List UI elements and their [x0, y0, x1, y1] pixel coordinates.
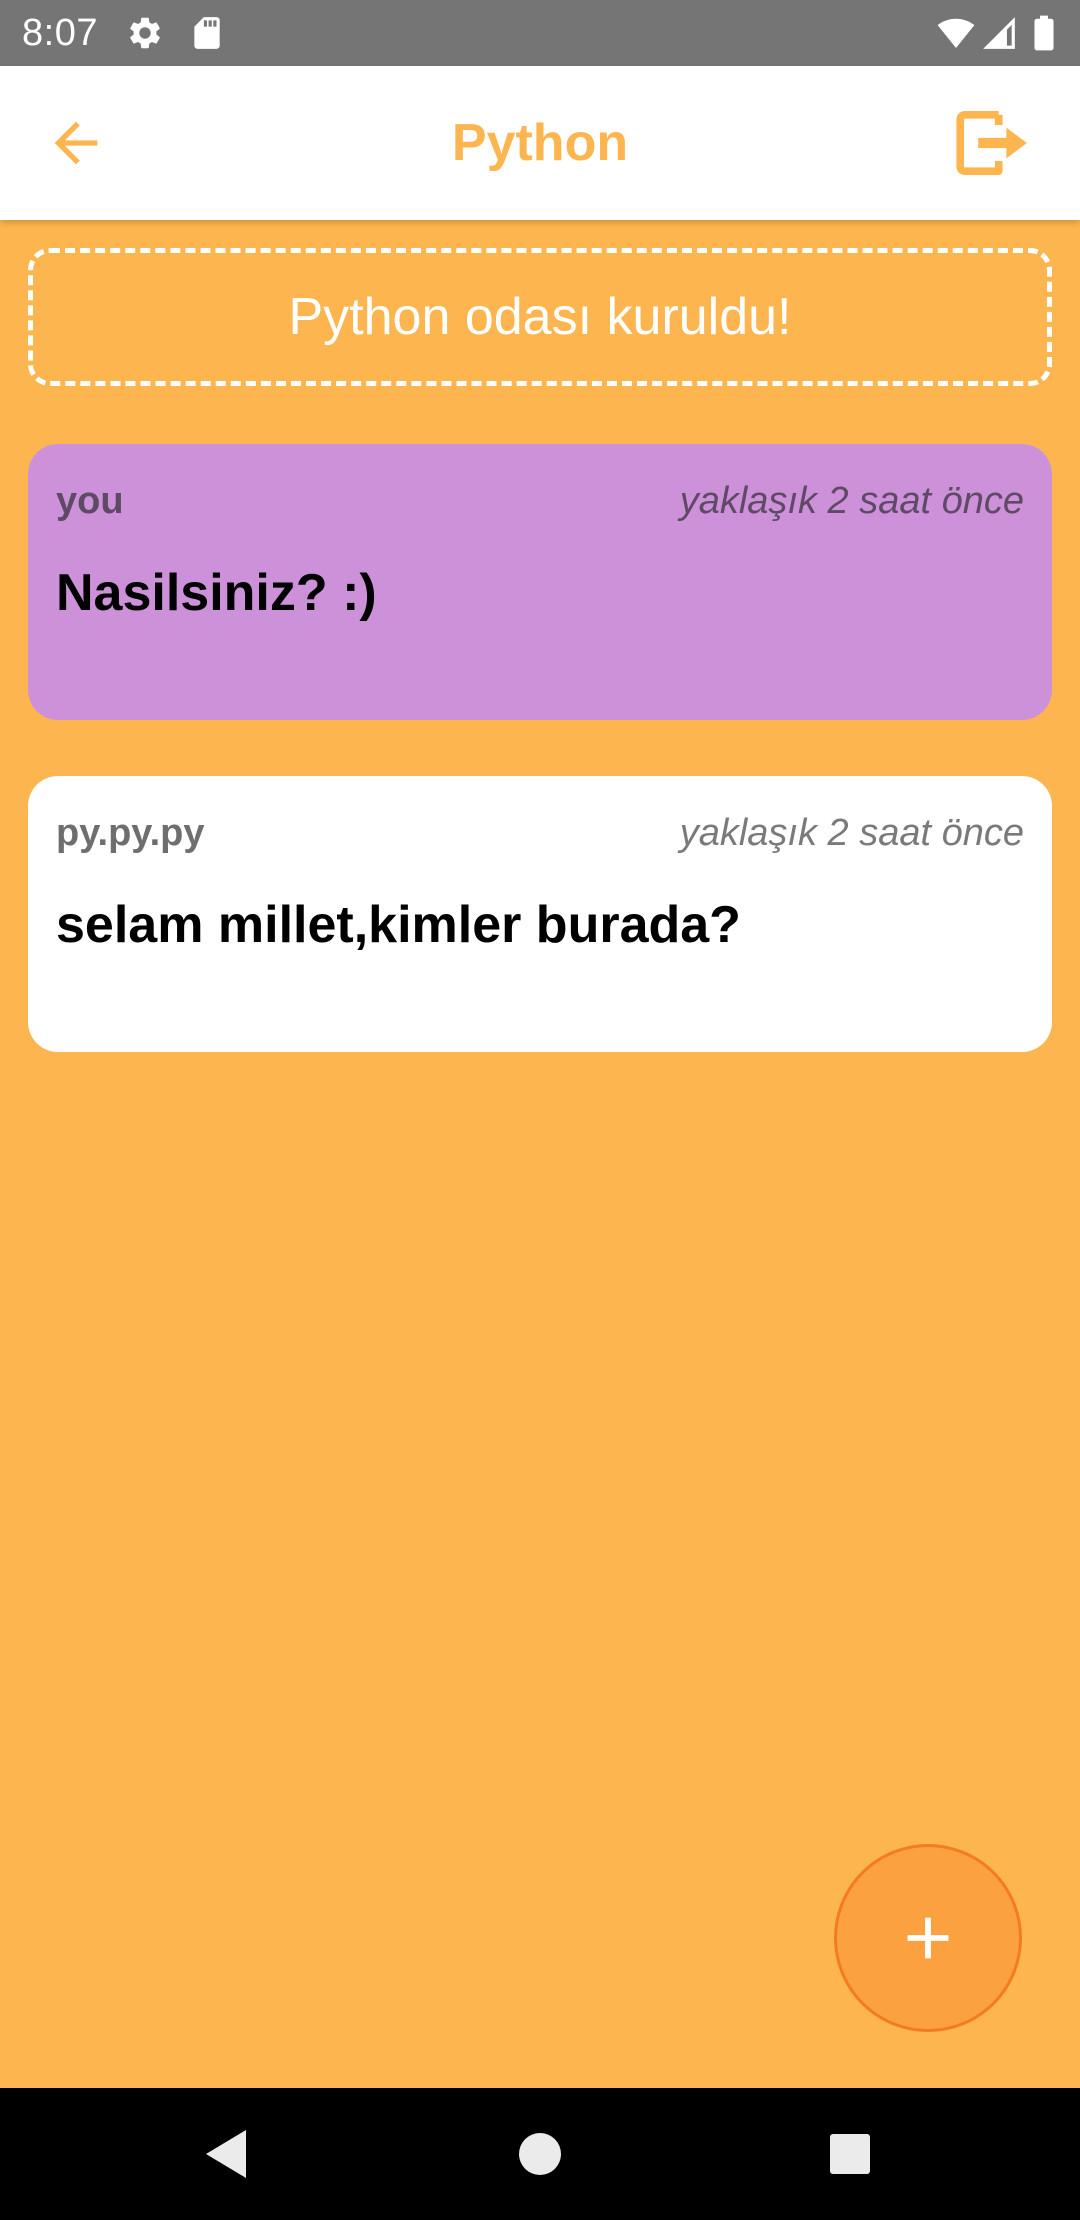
exit-icon: [950, 102, 1032, 184]
home-circle-icon: [510, 2124, 570, 2184]
message-card[interactable]: py.py.py yaklaşık 2 saat önce selam mill…: [28, 776, 1052, 1052]
message-sender: you: [56, 480, 124, 522]
exit-button[interactable]: [950, 102, 1032, 184]
message-time: yaklaşık 2 saat önce: [679, 812, 1024, 854]
sd-card-icon: [188, 14, 226, 52]
battery-icon: [1030, 14, 1058, 52]
page-title: Python: [451, 114, 629, 172]
add-message-button[interactable]: [834, 1844, 1022, 2032]
message-time: yaklaşık 2 saat önce: [679, 480, 1024, 522]
nav-recents-button[interactable]: [820, 2124, 880, 2184]
app-bar: Python: [0, 66, 1080, 220]
message-text: Nasilsiniz? :): [56, 564, 377, 622]
wifi-icon: [936, 14, 976, 52]
navigation-bar: [0, 2088, 1080, 2220]
room-created-banner: Python odası kuruldu!: [28, 248, 1052, 386]
message-text: selam millet,kimler burada?: [56, 896, 741, 954]
nav-home-button[interactable]: [510, 2124, 570, 2184]
message-sender: py.py.py: [56, 812, 205, 854]
plus-icon: [893, 1903, 963, 1973]
status-bar: 8:07: [0, 0, 1080, 66]
message-card[interactable]: you yaklaşık 2 saat önce Nasilsiniz? :): [28, 444, 1052, 720]
banner-text: Python odası kuruldu!: [288, 288, 792, 346]
signal-icon: [980, 14, 1018, 52]
recents-square-icon: [820, 2124, 880, 2184]
status-time: 8:07: [22, 12, 98, 54]
gear-icon: [126, 14, 164, 52]
nav-back-button[interactable]: [200, 2124, 260, 2184]
back-triangle-icon: [200, 2124, 260, 2184]
